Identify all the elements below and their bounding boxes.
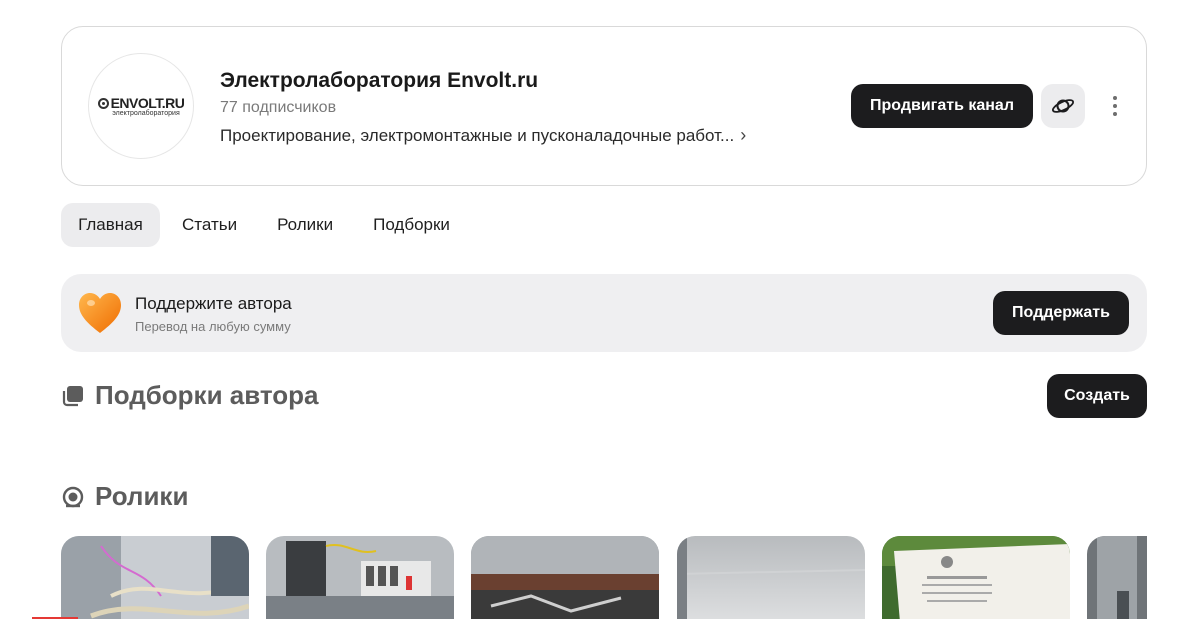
avatar-brand-text: ENVOLT.RU bbox=[110, 95, 185, 111]
support-subtitle: Перевод на любую сумму bbox=[135, 319, 291, 334]
video-preview-image bbox=[677, 536, 865, 619]
stack-icon bbox=[62, 385, 83, 406]
more-vertical-icon-dot bbox=[1113, 112, 1117, 116]
video-preview-image bbox=[1087, 536, 1147, 619]
play-circle-icon bbox=[62, 486, 84, 507]
videos-carousel bbox=[61, 536, 1147, 619]
video-preview-image bbox=[882, 536, 1070, 619]
collections-section-title: Подборки автора bbox=[95, 380, 319, 410]
channel-page: ENVOLT.RU электролаборатория Электролабо… bbox=[0, 0, 1200, 619]
support-button[interactable]: Поддержать bbox=[993, 291, 1129, 335]
planet-button[interactable] bbox=[1041, 84, 1085, 128]
subscriber-count: 77 подписчиков bbox=[220, 99, 337, 116]
videos-section-header: Ролики bbox=[61, 481, 188, 512]
avatar-logo: ENVOLT.RU bbox=[97, 95, 185, 111]
tab-collections[interactable]: Подборки bbox=[355, 203, 468, 247]
tab-main[interactable]: Главная bbox=[61, 203, 160, 247]
collections-section-header: Подборки автора bbox=[61, 380, 319, 411]
logo-ring-icon bbox=[97, 97, 109, 109]
more-vertical-icon-dot bbox=[1113, 96, 1117, 100]
create-collection-button[interactable]: Создать bbox=[1047, 374, 1147, 418]
video-thumbnail[interactable] bbox=[471, 536, 659, 619]
video-thumbnail[interactable] bbox=[61, 536, 249, 619]
support-title: Поддержите автора bbox=[135, 294, 292, 313]
videos-section-title: Ролики bbox=[95, 481, 189, 511]
channel-title[interactable]: Электролаборатория Envolt.ru bbox=[220, 69, 538, 93]
video-preview-image bbox=[61, 536, 249, 619]
channel-tabs: Главная Статьи Ролики Подборки bbox=[61, 203, 468, 247]
promote-channel-button[interactable]: Продвигать канал bbox=[851, 84, 1033, 128]
tab-articles[interactable]: Статьи bbox=[164, 203, 255, 247]
more-options-button[interactable] bbox=[1105, 91, 1125, 121]
channel-description[interactable]: Проектирование, электромонтажные и пуско… bbox=[220, 125, 780, 146]
channel-description-text: Проектирование, электромонтажные и пуско… bbox=[220, 125, 735, 145]
planet-icon bbox=[1051, 99, 1075, 113]
channel-avatar[interactable]: ENVOLT.RU электролаборатория bbox=[88, 53, 194, 159]
chevron-right-icon: › bbox=[740, 125, 747, 145]
channel-header-card: ENVOLT.RU электролаборатория Электролабо… bbox=[61, 26, 1147, 186]
video-thumbnail[interactable] bbox=[1087, 536, 1147, 619]
video-preview-image bbox=[471, 536, 659, 619]
video-preview-image bbox=[266, 536, 454, 619]
heart-icon bbox=[79, 293, 121, 333]
support-author-banner: Поддержите автора Перевод на любую сумму… bbox=[61, 274, 1147, 352]
tab-videos[interactable]: Ролики bbox=[259, 203, 351, 247]
more-vertical-icon-dot bbox=[1113, 104, 1117, 108]
video-thumbnail[interactable] bbox=[266, 536, 454, 619]
video-thumbnail[interactable] bbox=[677, 536, 865, 619]
video-thumbnail[interactable] bbox=[882, 536, 1070, 619]
avatar-sub-text: электролаборатория bbox=[112, 110, 180, 117]
